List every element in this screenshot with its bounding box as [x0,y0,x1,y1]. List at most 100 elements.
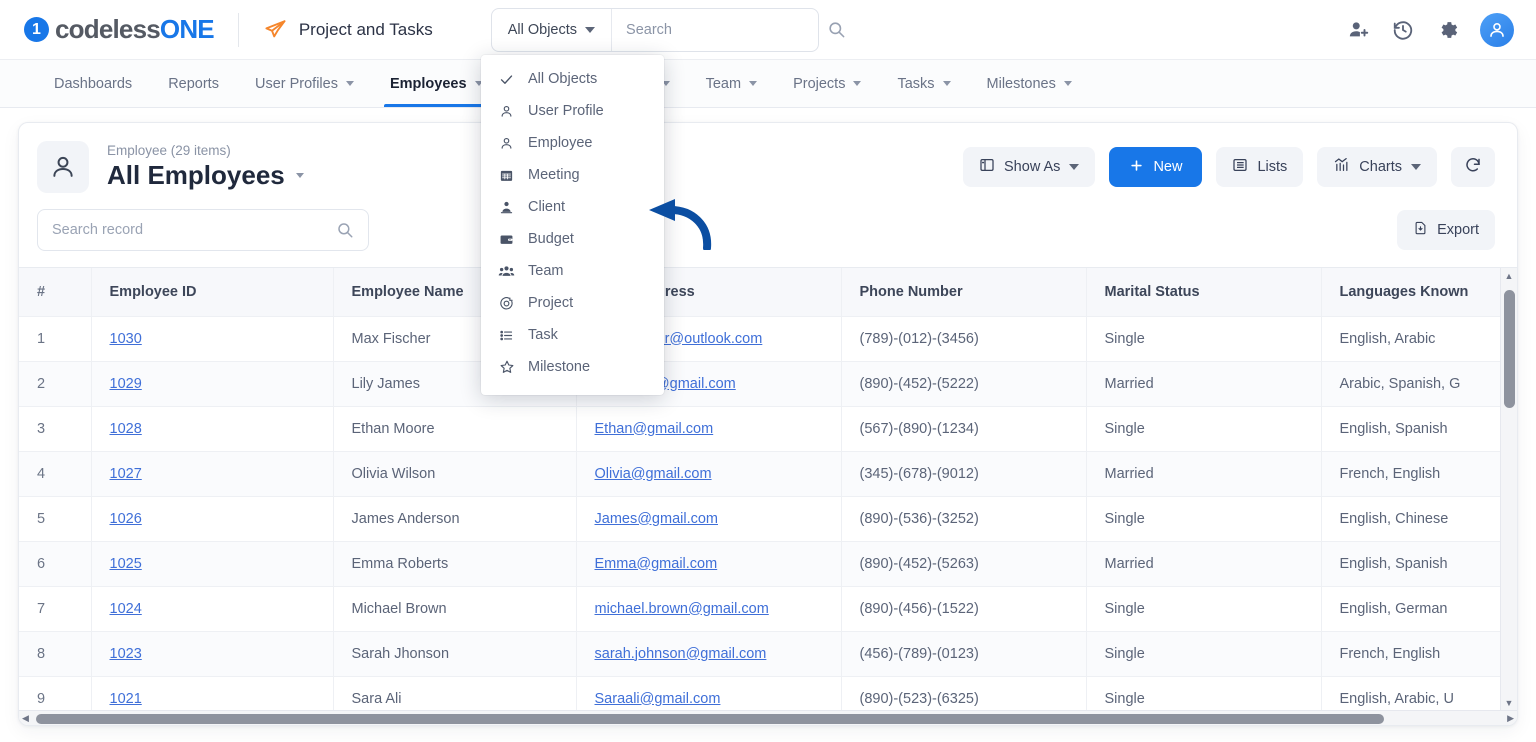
email-link[interactable]: Saraali@gmail.com [595,691,721,707]
email-link[interactable]: sarah.johnson@gmail.com [595,646,767,662]
refresh-button[interactable] [1451,147,1495,187]
menu-item-user-profile[interactable]: User Profile [481,95,664,127]
nav-tab-projects[interactable]: Projects [775,60,879,107]
employee-id-link[interactable]: 1026 [110,511,142,527]
avatar[interactable] [1480,12,1514,47]
object-filter-dropdown[interactable]: All Objects [492,8,613,51]
scroll-right-icon[interactable]: ▶ [1504,713,1517,724]
nav-tab-milestones[interactable]: Milestones [969,60,1090,107]
employee-id-link[interactable]: 1025 [110,556,142,572]
employee-id-link[interactable]: 1023 [110,646,142,662]
horizontal-scrollbar[interactable]: ◀ ▶ [19,710,1517,725]
wallet-icon [498,232,515,247]
email-link[interactable]: Ethan@gmail.com [595,421,714,437]
search-input[interactable] [612,21,828,38]
table-row[interactable]: 5 1026 James Anderson James@gmail.com (8… [19,496,1517,542]
col-languages-known[interactable]: Languages Known [1321,268,1512,317]
table-row[interactable]: 1 1030 Max Fischer MaxFischer@outlook.co… [19,316,1517,362]
page-title[interactable]: All Employees [107,160,304,191]
cell-employee-id: 1023 [91,631,334,677]
show-as-button[interactable]: Show As [963,147,1096,187]
email-link[interactable]: michael.brown@gmail.com [595,601,769,617]
col-marital-status[interactable]: Marital Status [1086,268,1322,317]
menu-item-project[interactable]: Project [481,287,664,319]
export-icon [1413,220,1428,240]
employee-id-link[interactable]: 1021 [110,691,142,707]
export-button[interactable]: Export [1397,210,1495,250]
col-index[interactable]: # [19,268,92,317]
col-employee-id[interactable]: Employee ID [91,268,334,317]
charts-button[interactable]: Charts [1317,147,1437,187]
search-icon[interactable] [827,20,846,39]
cell-employee-name: Michael Brown [333,586,577,632]
page-body: Employee (29 items) All Employees Show A… [0,108,1536,742]
new-button[interactable]: New [1109,147,1203,187]
table-row[interactable]: 4 1027 Olivia Wilson Olivia@gmail.com (3… [19,451,1517,497]
employee-id-link[interactable]: 1028 [110,421,142,437]
nav-tab-team[interactable]: Team [688,60,775,107]
employee-id-link[interactable]: 1029 [110,376,142,392]
vertical-scrollbar[interactable]: ▲ ▼ [1500,268,1517,711]
chevron-down-icon [1063,81,1072,86]
team-icon [498,264,515,279]
menu-item-meeting[interactable]: Meeting [481,159,664,191]
email-link[interactable]: James@gmail.com [595,511,719,527]
menu-item-client[interactable]: Client [481,191,664,223]
table-row[interactable]: 8 1023 Sarah Jhonson sarah.johnson@gmail… [19,631,1517,677]
menu-item-employee[interactable]: Employee [481,127,664,159]
cell-employee-id: 1029 [91,361,334,407]
email-link[interactable]: Olivia@gmail.com [595,466,712,482]
row-index: 6 [19,541,92,587]
chevron-down-icon [853,81,862,86]
records-table-container: # Employee ID Employee Name Email Addres… [19,267,1517,725]
menu-item-milestone[interactable]: Milestone [481,351,664,383]
employee-id-link[interactable]: 1030 [110,331,142,347]
history-icon[interactable] [1392,19,1414,41]
top-header: codelessONE Project and Tasks All Object… [0,0,1536,60]
entity-subtitle: Employee (29 items) [107,143,231,158]
menu-item-task[interactable]: Task [481,319,664,351]
menu-item-budget[interactable]: Budget [481,223,664,255]
vertical-scroll-thumb[interactable] [1504,290,1515,408]
horizontal-scroll-track[interactable] [32,711,1504,725]
cell-languages: English, Arabic [1321,316,1512,362]
cell-employee-name: Ethan Moore [333,406,577,452]
menu-item-team[interactable]: Team [481,255,664,287]
email-link[interactable]: Emma@gmail.com [595,556,718,572]
gear-icon[interactable] [1436,19,1458,41]
vertical-scroll-track[interactable] [1501,284,1517,695]
menu-item-all-objects[interactable]: All Objects [481,63,664,95]
list-icon [1232,157,1248,177]
scroll-up-icon[interactable]: ▲ [1505,268,1514,284]
horizontal-scroll-thumb[interactable] [35,714,1384,724]
nav-tab-tasks[interactable]: Tasks [879,60,968,107]
lists-button[interactable]: Lists [1216,147,1304,187]
table-row[interactable]: 2 1029 Lily James Lilyjames@gmail.com (8… [19,361,1517,407]
table-row[interactable]: 6 1025 Emma Roberts Emma@gmail.com (890)… [19,541,1517,587]
menu-item-label: Project [528,295,574,311]
cell-languages: Arabic, Spanish, G [1321,361,1512,407]
cell-languages: English, Spanish [1321,406,1512,452]
row-index: 7 [19,586,92,632]
nav-tab-dashboards[interactable]: Dashboards [36,60,150,107]
nav-tab-user-profiles[interactable]: User Profiles [237,60,372,107]
app-logo[interactable]: codelessONE [24,14,215,45]
nav-tab-reports[interactable]: Reports [150,60,237,107]
show-as-icon [979,157,995,177]
search-record-input[interactable] [52,222,336,238]
project-selector[interactable]: Project and Tasks [263,18,433,42]
scroll-left-icon[interactable]: ◀ [19,713,32,724]
cell-employee-id: 1028 [91,406,334,452]
scroll-down-icon[interactable]: ▼ [1505,695,1514,711]
employee-id-link[interactable]: 1027 [110,466,142,482]
search-icon[interactable] [336,221,354,239]
table-row[interactable]: 3 1028 Ethan Moore Ethan@gmail.com (567)… [19,406,1517,452]
table-row[interactable]: 7 1024 Michael Brown michael.brown@gmail… [19,586,1517,632]
cell-phone: (890)-(536)-(3252) [841,496,1087,542]
employee-id-link[interactable]: 1024 [110,601,142,617]
add-user-icon[interactable] [1348,19,1370,41]
chevron-down-icon[interactable] [295,173,304,178]
row-index: 3 [19,406,92,452]
cell-employee-id: 1024 [91,586,334,632]
col-phone-number[interactable]: Phone Number [841,268,1087,317]
